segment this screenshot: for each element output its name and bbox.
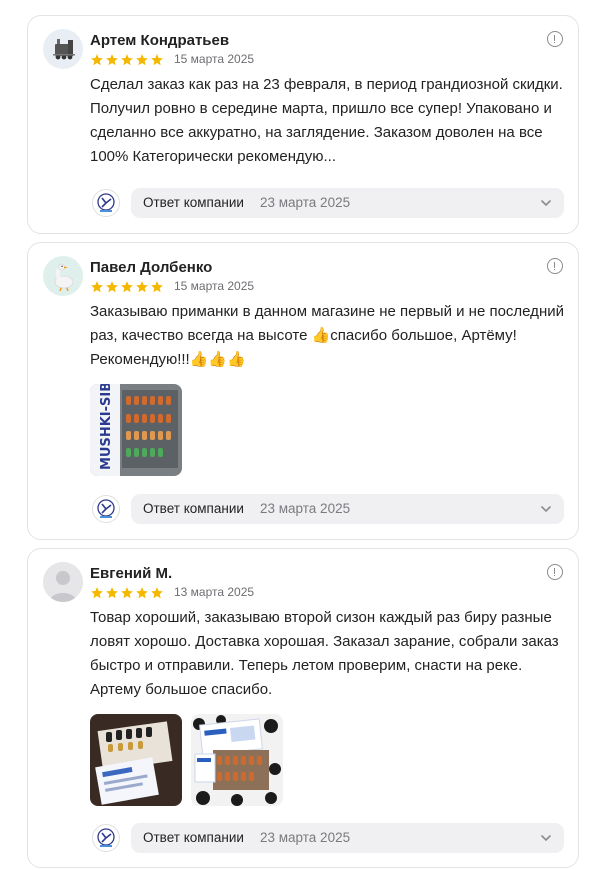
photo-brand-text: MUSHKI-SIB bbox=[99, 384, 114, 470]
rating-stars bbox=[90, 53, 164, 67]
company-logo-icon bbox=[97, 499, 115, 518]
review-card: Артем Кондратьев 15 марта 2025 Сделал за… bbox=[27, 15, 579, 234]
avatar[interactable] bbox=[43, 562, 83, 602]
review-photo[interactable] bbox=[191, 714, 283, 806]
chevron-down-icon bbox=[541, 835, 551, 842]
company-logo bbox=[92, 495, 120, 523]
star-icon bbox=[106, 54, 118, 66]
star-icon bbox=[106, 281, 118, 293]
review-photo[interactable] bbox=[90, 714, 182, 806]
reply-date: 23 марта 2025 bbox=[260, 830, 351, 845]
review-author[interactable]: Павел Долбенко bbox=[90, 259, 212, 276]
star-icon bbox=[91, 54, 103, 66]
star-icon bbox=[136, 587, 148, 599]
review-card: Павел Долбенко 15 марта 2025 Заказываю п… bbox=[27, 242, 579, 540]
review-author[interactable]: Артем Кондратьев bbox=[90, 32, 229, 49]
star-icon bbox=[91, 587, 103, 599]
reply-label: Ответ компании bbox=[143, 830, 244, 845]
review-author[interactable]: Евгений М. bbox=[90, 565, 172, 582]
train-icon bbox=[53, 39, 75, 60]
review-text: Заказываю приманки в данном магазине не … bbox=[90, 303, 564, 368]
star-icon bbox=[136, 54, 148, 66]
star-icon bbox=[151, 281, 163, 293]
star-icon bbox=[91, 281, 103, 293]
company-logo bbox=[92, 189, 120, 217]
company-logo-icon bbox=[97, 193, 115, 212]
star-icon bbox=[121, 281, 133, 293]
review-date: 13 марта 2025 bbox=[174, 585, 255, 599]
company-logo-icon bbox=[97, 828, 115, 847]
company-logo bbox=[92, 824, 120, 852]
review-text: Сделал заказ как раз на 23 февраля, в пе… bbox=[90, 76, 563, 165]
star-icon bbox=[151, 54, 163, 66]
more-info-icon[interactable] bbox=[547, 31, 563, 47]
company-reply-toggle[interactable]: Ответ компании 23 марта 2025 bbox=[131, 188, 564, 218]
review-date: 15 марта 2025 bbox=[174, 279, 255, 293]
reply-label: Ответ компании bbox=[143, 501, 244, 516]
star-icon bbox=[136, 281, 148, 293]
more-info-icon[interactable] bbox=[547, 258, 563, 274]
rating-stars bbox=[90, 280, 164, 294]
review-card: Евгений М. 13 марта 2025 Товар хороший, … bbox=[27, 548, 579, 868]
default-user-icon bbox=[43, 562, 83, 602]
star-icon bbox=[121, 54, 133, 66]
reply-date: 23 марта 2025 bbox=[260, 195, 351, 210]
avatar[interactable] bbox=[43, 256, 83, 296]
star-icon bbox=[106, 587, 118, 599]
goose-icon bbox=[54, 263, 74, 292]
reply-label: Ответ компании bbox=[143, 195, 244, 210]
review-date: 15 марта 2025 bbox=[174, 52, 255, 66]
review-photos: MUSHKI-SIB bbox=[90, 384, 182, 476]
reply-date: 23 марта 2025 bbox=[260, 501, 351, 516]
more-info-icon[interactable] bbox=[547, 564, 563, 580]
review-photos bbox=[90, 714, 283, 806]
star-icon bbox=[121, 587, 133, 599]
company-reply-toggle[interactable]: Ответ компании 23 марта 2025 bbox=[131, 823, 564, 853]
review-photo[interactable]: MUSHKI-SIB bbox=[90, 384, 182, 476]
chevron-down-icon bbox=[541, 506, 551, 513]
rating-stars bbox=[90, 586, 164, 600]
review-text: Товар хороший, заказываю второй сизон ка… bbox=[90, 609, 559, 698]
avatar[interactable] bbox=[43, 29, 83, 69]
company-reply-toggle[interactable]: Ответ компании 23 марта 2025 bbox=[131, 494, 564, 524]
chevron-down-icon bbox=[541, 200, 551, 207]
star-icon bbox=[151, 587, 163, 599]
